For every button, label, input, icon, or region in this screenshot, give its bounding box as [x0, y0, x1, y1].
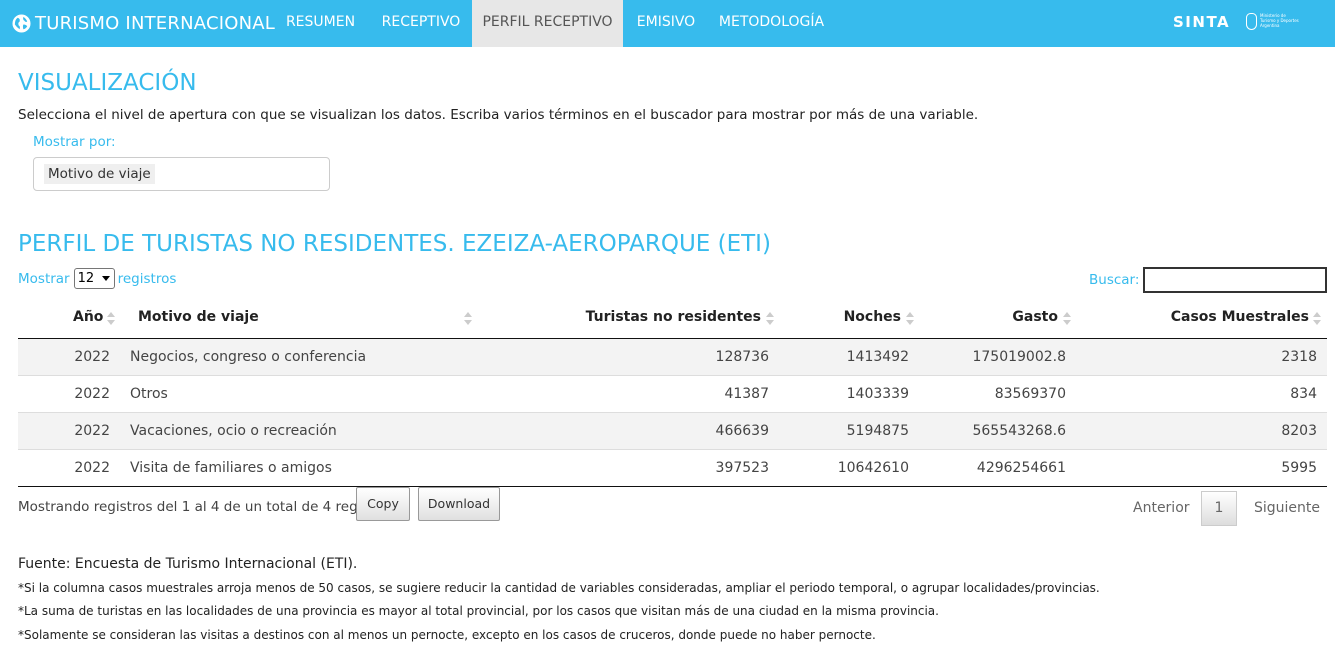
header-turistas[interactable]: Turistas no residentes	[586, 309, 761, 325]
pagination-page[interactable]: 1	[1201, 491, 1237, 526]
pagination-next[interactable]: Siguiente	[1254, 500, 1320, 516]
table-row: 2022 Vacaciones, ocio o recreación 46663…	[18, 413, 1327, 450]
source-note: Fuente: Encuesta de Turismo Internaciona…	[18, 556, 358, 572]
show-by-label: Mostrar por:	[33, 134, 116, 150]
globe-icon	[12, 14, 31, 33]
length-suffix: registros	[117, 270, 177, 287]
sinta-logo[interactable]: SINTA	[1173, 13, 1230, 31]
cell-casos: 834	[1290, 386, 1317, 402]
cell-casos: 8203	[1281, 423, 1317, 439]
cell-gasto: 83569370	[994, 386, 1066, 402]
shield-icon	[1246, 13, 1257, 30]
cell-anio: 2022	[74, 386, 110, 402]
cell-motivo: Otros	[130, 386, 168, 402]
sort-icon[interactable]	[1063, 312, 1071, 326]
cell-motivo: Visita de familiares o amigos	[130, 460, 332, 476]
search-input[interactable]	[1143, 267, 1327, 293]
header-noches[interactable]: Noches	[844, 309, 901, 325]
cell-noches: 5194875	[846, 423, 909, 439]
header-motivo[interactable]: Motivo de viaje	[138, 309, 259, 325]
cell-noches: 10642610	[837, 460, 909, 476]
visualization-description: Selecciona el nivel de apertura con que …	[18, 107, 979, 123]
note-line: *Si la columna casos muestrales arroja m…	[18, 581, 1100, 595]
cell-turistas: 466639	[715, 423, 769, 439]
header-anio[interactable]: Año	[73, 309, 103, 325]
download-button[interactable]: Download	[418, 487, 500, 521]
cell-anio: 2022	[74, 423, 110, 439]
cell-turistas: 128736	[715, 349, 769, 365]
tab-metodologia[interactable]: METODOLOGÍA	[709, 0, 834, 47]
sort-icon[interactable]	[906, 312, 914, 326]
cell-gasto: 175019002.8	[972, 349, 1066, 365]
search-label: Buscar:	[1089, 272, 1140, 288]
cell-noches: 1413492	[846, 349, 909, 365]
header-casos[interactable]: Casos Muestrales	[1171, 309, 1309, 325]
sort-icon[interactable]	[464, 312, 472, 326]
sort-icon[interactable]	[1313, 312, 1321, 326]
tab-perfil-receptivo[interactable]: PERFIL RECEPTIVO	[472, 0, 623, 47]
length-select[interactable]: 12	[73, 268, 115, 289]
note-line: *Solamente se consideran las visitas a d…	[18, 628, 876, 642]
chevron-down-icon	[101, 276, 110, 281]
table-row: 2022 Visita de familiares o amigos 39752…	[18, 450, 1327, 487]
table-row: 2022 Negocios, congreso o conferencia 12…	[18, 339, 1327, 376]
ministry-logo[interactable]: Ministerio de Turismo y Deportes Argenti…	[1246, 13, 1299, 30]
tab-receptivo[interactable]: RECEPTIVO	[370, 0, 472, 47]
cell-motivo: Negocios, congreso o conferencia	[130, 349, 367, 365]
sort-icon[interactable]	[107, 312, 115, 326]
pagination-previous[interactable]: Anterior	[1133, 500, 1190, 516]
brand[interactable]: TURISMO INTERNACIONAL	[12, 0, 275, 47]
visualization-title: VISUALIZACIÓN	[18, 70, 197, 96]
table-row: 2022 Otros 41387 1403339 83569370 834	[18, 376, 1327, 413]
length-value: 12	[77, 271, 95, 286]
cell-anio: 2022	[74, 460, 110, 476]
brand-title: TURISMO INTERNACIONAL	[35, 13, 275, 34]
ministry-line: Argentina	[1260, 23, 1280, 28]
copy-button[interactable]: Copy	[356, 487, 410, 521]
cell-casos: 5995	[1281, 460, 1317, 476]
sort-icon[interactable]	[766, 312, 774, 326]
cell-noches: 1403339	[846, 386, 909, 402]
show-by-select[interactable]: Motivo de viaje	[33, 157, 330, 191]
table-header: Año Motivo de viaje Turistas no resident…	[18, 300, 1327, 339]
cell-turistas: 41387	[724, 386, 769, 402]
length-control: Mostrar 12 registros	[18, 268, 176, 289]
cell-gasto: 4296254661	[976, 460, 1066, 476]
cell-anio: 2022	[74, 349, 110, 365]
top-navbar: TURISMO INTERNACIONAL RESUMEN RECEPTIVO …	[0, 0, 1335, 47]
data-table: Año Motivo de viaje Turistas no resident…	[18, 300, 1327, 487]
cell-motivo: Vacaciones, ocio o recreación	[130, 423, 337, 439]
table-title: PERFIL DE TURISTAS NO RESIDENTES. EZEIZA…	[18, 231, 771, 257]
note-line: *La suma de turistas en las localidades …	[18, 604, 939, 618]
tab-resumen[interactable]: RESUMEN	[273, 0, 368, 47]
cell-gasto: 565543268.6	[972, 423, 1066, 439]
table-info: Mostrando registros del 1 al 4 de un tot…	[18, 499, 395, 515]
length-prefix: Mostrar	[18, 270, 70, 287]
cell-casos: 2318	[1281, 349, 1317, 365]
cell-turistas: 397523	[715, 460, 769, 476]
tab-emisivo[interactable]: EMISIVO	[625, 0, 707, 47]
selected-chip[interactable]: Motivo de viaje	[44, 164, 155, 184]
header-gasto[interactable]: Gasto	[1012, 309, 1058, 325]
